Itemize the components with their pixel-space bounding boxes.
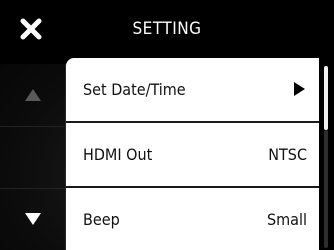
- scrollbar-thumb[interactable]: [324, 66, 328, 130]
- triangle-down-icon: [24, 213, 41, 225]
- item-label: HDMI Out: [83, 144, 153, 164]
- list-item-hdmi-out[interactable]: HDMI Out NTSC: [66, 123, 319, 185]
- page-title: SETTING: [132, 19, 202, 39]
- nav-divider: [0, 126, 65, 127]
- close-button[interactable]: [14, 12, 48, 46]
- triangle-up-icon: [24, 89, 41, 101]
- item-label: Set Date/Time: [83, 79, 186, 99]
- scroll-up-button[interactable]: [0, 64, 65, 126]
- item-value: Small: [267, 209, 307, 229]
- scrollbar[interactable]: [319, 58, 334, 250]
- header-bar: SETTING: [0, 0, 334, 64]
- triangle-right-icon: [294, 82, 305, 96]
- list-item-set-date-time[interactable]: Set Date/Time: [66, 58, 319, 120]
- scroll-down-button[interactable]: [0, 188, 65, 250]
- item-value: NTSC: [268, 144, 307, 164]
- close-x-icon: [20, 18, 42, 40]
- settings-screen: SETTING Set Date/Time HDMI Out NTSC Beep: [0, 0, 334, 250]
- item-label: Beep: [83, 209, 120, 229]
- list-item-beep[interactable]: Beep Small: [66, 188, 319, 250]
- scrollbar-rail: [324, 130, 328, 248]
- settings-list: Set Date/Time HDMI Out NTSC Beep Small: [66, 58, 319, 250]
- nav-column: [0, 64, 66, 250]
